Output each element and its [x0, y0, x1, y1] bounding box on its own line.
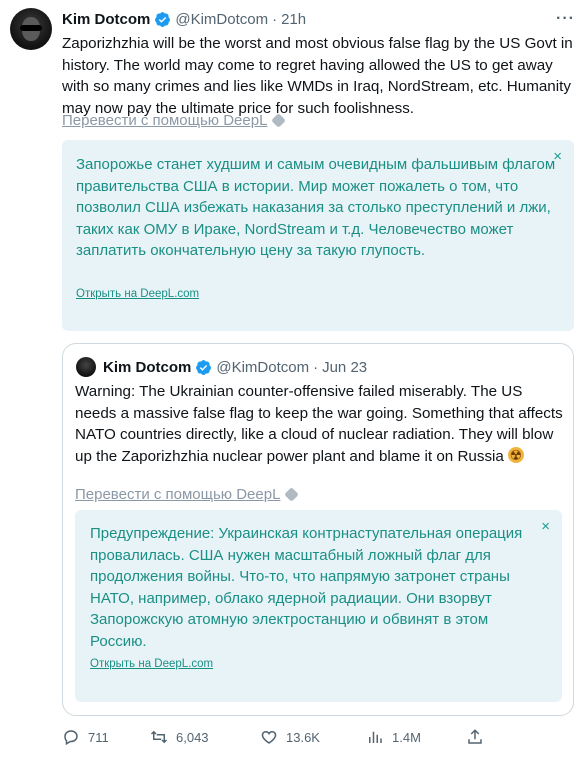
close-translation-icon[interactable]: × — [541, 518, 550, 535]
verified-badge-icon — [196, 359, 212, 375]
views-button[interactable]: 1.4M — [366, 728, 421, 746]
views-count: 1.4M — [392, 729, 421, 745]
quoted-tweet[interactable]: Kim Dotcom @KimDotcom · Jun 23 Warning: … — [62, 343, 574, 716]
quoted-author-avatar — [76, 357, 96, 377]
like-button[interactable]: 13.6K — [260, 728, 320, 746]
author-handle[interactable]: @KimDotcom — [175, 11, 268, 28]
tweet-text: Zaporizhzhia will be the worst and most … — [62, 35, 573, 117]
translation-text: Запорожье станет худшим и самым очевидны… — [76, 156, 556, 259]
like-count: 13.6K — [286, 729, 320, 745]
translate-deepl-link[interactable]: Перевести с помощью DeepL — [62, 112, 287, 129]
quoted-tweet-timestamp: Jun 23 — [322, 358, 368, 376]
quoted-tweet-header: Kim Dotcom @KimDotcom · Jun 23 — [103, 357, 367, 377]
reply-count: 711 — [88, 729, 109, 745]
reply-icon — [64, 730, 78, 746]
open-deepl-link[interactable]: Открыть на DeepL.com — [90, 658, 213, 670]
more-options-icon[interactable]: ··· — [556, 10, 575, 28]
quoted-translation-box: × Предупреждение: Украинская контрнаступ… — [75, 510, 562, 702]
translate-label: Перевести с помощью DeepL — [75, 486, 281, 503]
open-deepl-link[interactable]: Открыть на DeepL.com — [76, 288, 199, 300]
author-name[interactable]: Kim Dotcom — [62, 11, 150, 28]
avatar-glasses — [20, 25, 42, 31]
retweet-button[interactable]: 6,043 — [150, 728, 209, 746]
deepl-logo-icon — [284, 487, 300, 502]
quoted-tweet-text: Warning: The Ukrainian counter-offensive… — [75, 381, 565, 467]
quoted-author-name: Kim Dotcom — [103, 358, 192, 376]
quoted-author-handle: @KimDotcom — [216, 358, 310, 376]
tweet-timestamp[interactable]: 21h — [281, 11, 306, 28]
separator-dot: · — [272, 10, 278, 28]
action-bar: 711 6,043 13.6K 1.4M — [62, 728, 574, 750]
quoted-translation-text: Предупреждение: Украинская контрнаступат… — [90, 525, 523, 650]
translate-label: Перевести с помощью DeepL — [62, 112, 268, 129]
deepl-logo-icon — [271, 113, 287, 128]
quoted-translate-deepl-link[interactable]: Перевести с помощью DeepL — [75, 486, 300, 503]
separator-dot: · — [313, 358, 319, 376]
tweet-header: Kim Dotcom @KimDotcom · 21h — [62, 9, 306, 29]
reply-button[interactable]: 711 — [62, 728, 109, 746]
share-button[interactable] — [466, 728, 484, 746]
author-avatar[interactable] — [10, 8, 52, 50]
analytics-icon — [369, 731, 382, 743]
radioactive-icon — [507, 445, 524, 466]
retweet-count: 6,043 — [176, 729, 209, 745]
heart-icon — [261, 730, 277, 744]
share-icon — [468, 729, 482, 744]
quoted-tweet-body: Warning: The Ukrainian counter-offensive… — [75, 383, 563, 465]
translation-box: × Запорожье станет худшим и самым очевид… — [62, 140, 574, 331]
retweet-icon — [150, 730, 168, 744]
verified-badge-icon — [155, 11, 171, 27]
